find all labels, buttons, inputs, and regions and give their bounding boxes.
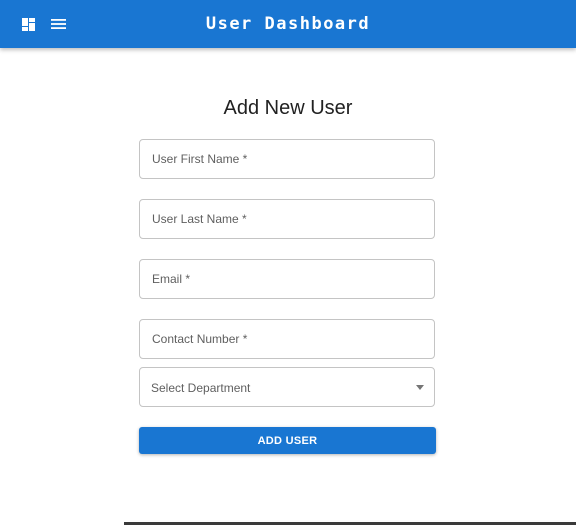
contact-number-input[interactable] bbox=[140, 320, 434, 358]
last-name-field[interactable] bbox=[139, 199, 435, 239]
dashboard-icon[interactable] bbox=[16, 12, 40, 36]
app-title: User Dashboard bbox=[205, 14, 371, 34]
department-select[interactable]: Select Department bbox=[139, 367, 435, 407]
email-field[interactable] bbox=[139, 259, 435, 299]
email-input[interactable] bbox=[140, 260, 434, 298]
last-name-input[interactable] bbox=[140, 200, 434, 238]
first-name-input[interactable] bbox=[140, 140, 434, 178]
contact-number-field[interactable] bbox=[139, 319, 435, 359]
department-select-label: Select Department bbox=[151, 381, 251, 395]
app-header: User Dashboard bbox=[0, 0, 576, 48]
first-name-field[interactable] bbox=[139, 139, 435, 179]
form-title: Add New User bbox=[223, 97, 353, 119]
dropdown-arrow-icon[interactable] bbox=[416, 385, 424, 390]
add-user-button[interactable]: ADD USER bbox=[139, 427, 436, 454]
menu-icon[interactable] bbox=[46, 12, 70, 36]
